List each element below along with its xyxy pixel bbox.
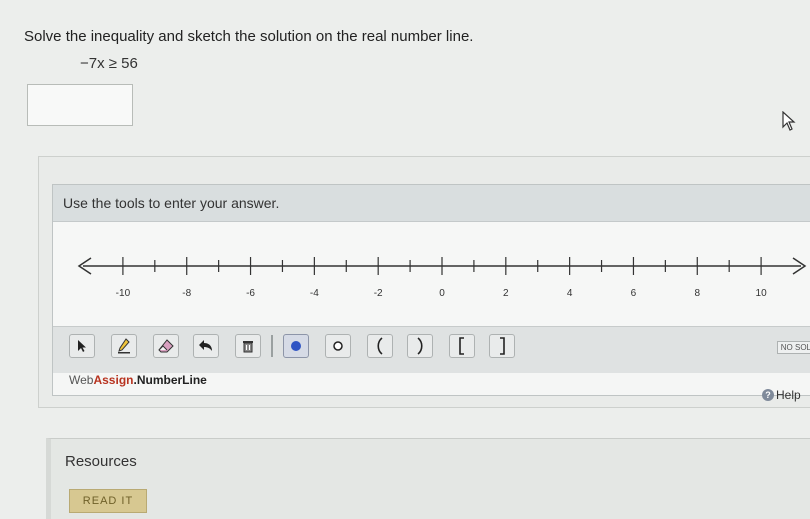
open-dot-icon[interactable] bbox=[325, 334, 351, 358]
closed-dot-icon[interactable] bbox=[283, 334, 309, 358]
numberline-tick-label: 0 bbox=[439, 288, 445, 299]
toolbar: NO SOL bbox=[53, 326, 810, 373]
right-bracket-icon[interactable] bbox=[489, 334, 515, 358]
numberline-tick-label: -6 bbox=[246, 288, 255, 299]
numberline-tick-label: 2 bbox=[503, 288, 509, 299]
webassign-numberline-logo: WebAssign.NumberLine bbox=[69, 373, 207, 387]
numberline-tick-label: 8 bbox=[694, 288, 700, 299]
no-solution-button[interactable]: NO SOL bbox=[776, 341, 810, 354]
resources-title: Resources bbox=[65, 453, 137, 470]
left-bracket-icon[interactable] bbox=[449, 334, 475, 358]
numberline-svg[interactable]: -10 -8 -6 -4 -2 0 2 4 6 8 10 bbox=[53, 222, 810, 326]
numberline-tick-label: -8 bbox=[182, 288, 191, 299]
question-prompt: Solve the inequality and sketch the solu… bbox=[24, 28, 474, 45]
brand-web: Web bbox=[69, 373, 94, 387]
numberline-tick-label: 10 bbox=[756, 288, 768, 299]
trash-icon[interactable] bbox=[235, 334, 261, 358]
numberline-tick-label: -2 bbox=[374, 288, 383, 299]
pencil-icon[interactable] bbox=[111, 334, 137, 358]
eraser-icon[interactable] bbox=[153, 334, 179, 358]
inequality-expression: −7x ≥ 56 bbox=[80, 55, 138, 72]
numberline-tick-label: 4 bbox=[567, 288, 573, 299]
pointer-icon[interactable] bbox=[69, 334, 95, 358]
numberline-canvas[interactable]: -10 -8 -6 -4 -2 0 2 4 6 8 10 bbox=[53, 222, 810, 326]
help-link[interactable]: ? Help bbox=[762, 388, 801, 402]
numberline-tool: Use the tools to enter your answer. -10-… bbox=[52, 184, 810, 396]
brand-assign: Assign bbox=[93, 373, 134, 387]
tool-header: Use the tools to enter your answer. bbox=[53, 185, 810, 222]
resources-panel: Resources READ IT bbox=[46, 438, 810, 519]
read-it-button[interactable]: READ IT bbox=[69, 489, 147, 513]
left-paren-icon[interactable] bbox=[367, 334, 393, 358]
numberline-tick-label: -4 bbox=[310, 288, 319, 299]
toolbar-divider bbox=[271, 335, 273, 357]
help-icon: ? bbox=[762, 389, 774, 401]
answer-input[interactable] bbox=[27, 84, 133, 126]
numberline-tick-label: -10 bbox=[116, 288, 131, 299]
right-paren-icon[interactable] bbox=[407, 334, 433, 358]
brand-product: .NumberLine bbox=[133, 373, 207, 387]
numberline-tick-label: 6 bbox=[631, 288, 637, 299]
mouse-cursor-icon bbox=[782, 110, 796, 136]
help-label: Help bbox=[776, 388, 801, 402]
undo-icon[interactable] bbox=[193, 334, 219, 358]
